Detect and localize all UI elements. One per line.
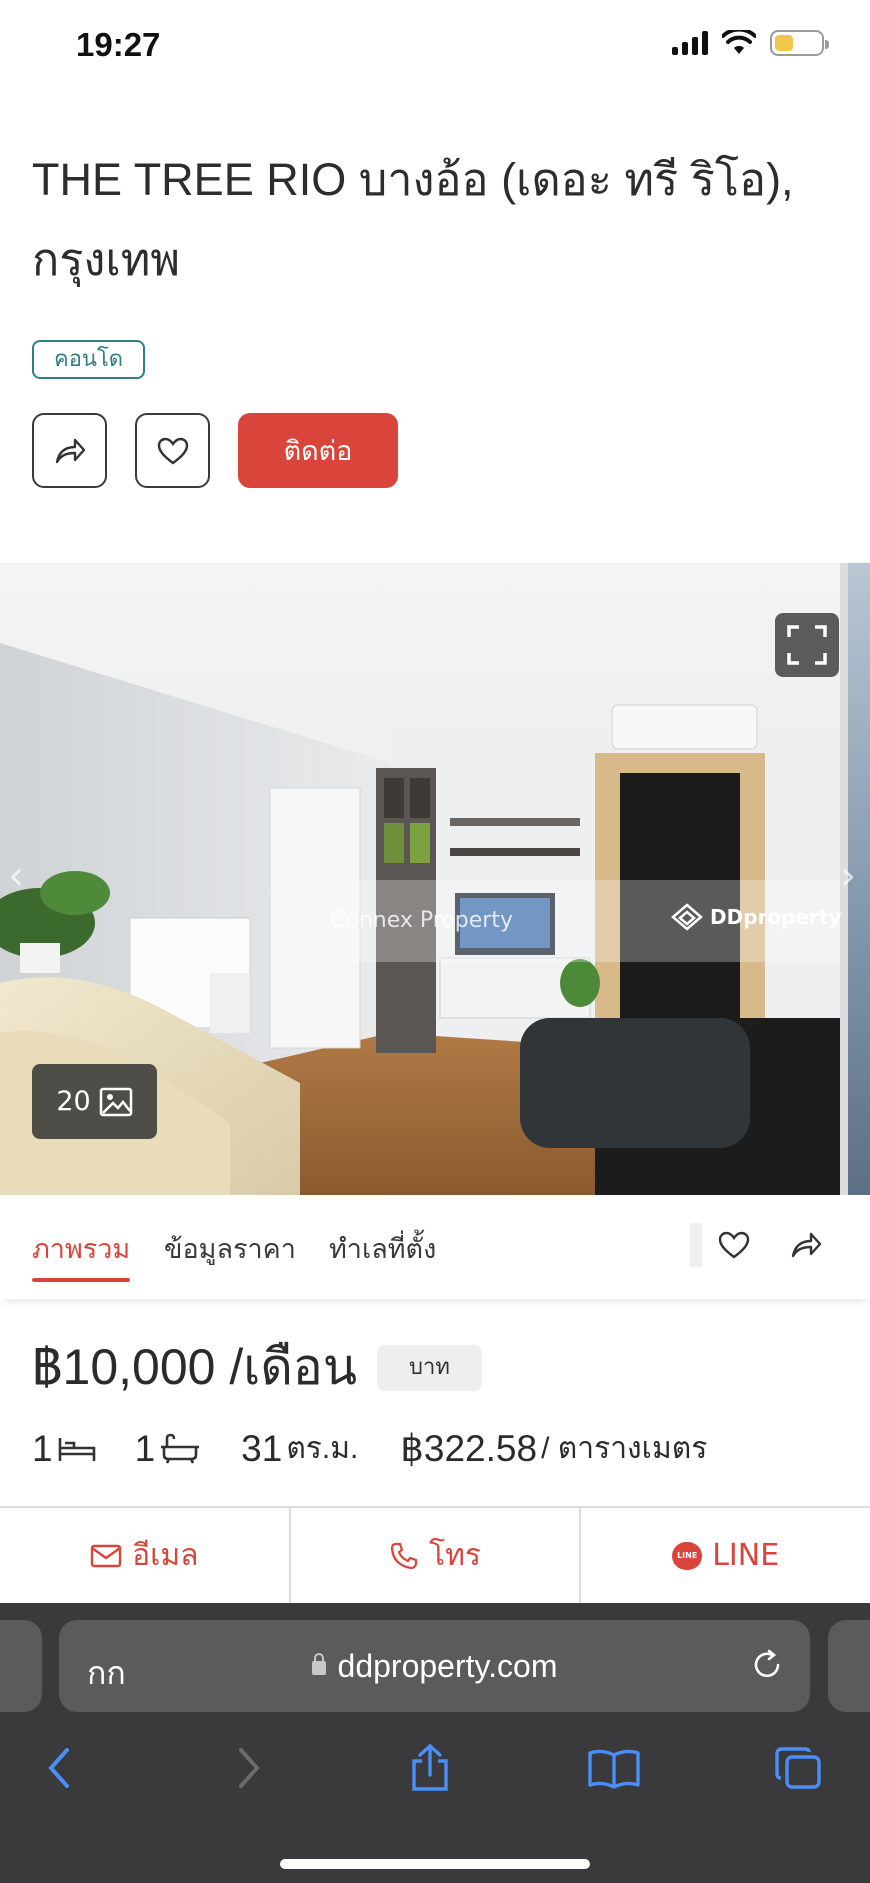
browser-chrome: กก ddproperty.com	[0, 1603, 870, 1883]
email-button[interactable]: อีเมล	[0, 1508, 291, 1603]
contact-button[interactable]: ติดต่อ	[238, 413, 398, 488]
floor-area: 31 ตร.ม.	[241, 1425, 358, 1472]
ddproperty-watermark-label: DDproperty	[710, 905, 842, 929]
expand-icon	[787, 625, 827, 665]
share-sheet-icon	[412, 1743, 448, 1791]
reload-icon[interactable]	[750, 1648, 784, 1682]
gallery-icon	[99, 1087, 132, 1116]
photo-count: 20	[56, 1086, 91, 1117]
tabs-icon	[775, 1747, 821, 1789]
browser-toolbar	[0, 1738, 870, 1818]
prev-photo-arrow-icon[interactable]: ‹	[8, 853, 48, 913]
heart-icon	[157, 437, 188, 464]
share-icon	[55, 438, 85, 463]
email-label: อีเมล	[132, 1538, 199, 1573]
next-tab-preview[interactable]	[828, 1620, 870, 1712]
watermark-text: Connex Property	[330, 908, 513, 933]
wifi-icon	[722, 30, 756, 54]
back-icon	[48, 1748, 69, 1788]
call-button[interactable]: โทร	[291, 1508, 582, 1603]
currency-badge[interactable]: บาท	[377, 1344, 482, 1391]
line-icon: LINE	[672, 1541, 703, 1570]
price-row: ฿10,000 /เดือน บาท	[32, 1328, 482, 1407]
url-display[interactable]: ddproperty.com	[59, 1648, 810, 1685]
home-indicator[interactable]	[280, 1859, 590, 1869]
property-type-badge: คอนโด	[32, 340, 146, 379]
signal-icon	[672, 31, 708, 55]
price-per-sqm-value: ฿322.58	[400, 1428, 538, 1469]
phone-icon	[390, 1542, 418, 1569]
bath-icon	[161, 1433, 200, 1464]
line-label: LINE	[712, 1538, 780, 1573]
next-photo-arrow-icon[interactable]: ›	[840, 853, 870, 913]
share-icon	[791, 1232, 822, 1258]
photo-count-button[interactable]: 20	[32, 1064, 157, 1139]
bookmarks-icon	[588, 1749, 640, 1789]
ddproperty-watermark: DDproperty	[670, 902, 841, 932]
battery-icon	[770, 30, 829, 56]
address-bar[interactable]: กก ddproperty.com	[59, 1620, 810, 1712]
tabs-button[interactable]	[768, 1738, 828, 1798]
tab-overview[interactable]: ภาพรวม	[32, 1227, 131, 1282]
bedrooms: 1	[32, 1428, 97, 1470]
tab-favorite-button[interactable]	[714, 1225, 754, 1265]
price-per-sqm-unit: / ตารางเมตร	[541, 1432, 708, 1465]
bookmarks-button[interactable]	[584, 1738, 644, 1798]
mail-icon	[90, 1544, 122, 1567]
share-sheet-button[interactable]	[400, 1738, 460, 1798]
tab-location[interactable]: ทำเลที่ตั้ง	[329, 1227, 436, 1270]
status-time: 19:27	[76, 26, 161, 63]
specs-row: 1 1 31 ตร.ม. ฿322.58 / ตารางเมตร	[32, 1425, 707, 1472]
price-per-sqm: ฿322.58 / ตารางเมตร	[400, 1425, 707, 1472]
lock-icon	[311, 1653, 326, 1675]
line-button[interactable]: LINE LINE	[581, 1508, 870, 1603]
listing-title: THE TREE RIO บางอ้อ (เดอะ ทรี ริโอ), กรุ…	[32, 154, 794, 285]
ddproperty-logo-icon	[671, 903, 703, 931]
bathrooms: 1	[135, 1428, 202, 1470]
forward-button[interactable]	[218, 1738, 278, 1798]
tab-share-button[interactable]	[786, 1225, 826, 1265]
area-value: 31	[241, 1427, 283, 1469]
share-button[interactable]	[32, 413, 107, 488]
url-text: ddproperty.com	[337, 1648, 558, 1684]
fullscreen-button[interactable]	[775, 613, 839, 677]
status-icons	[672, 30, 829, 56]
call-label: โทร	[429, 1538, 482, 1573]
bathroom-count: 1	[134, 1427, 156, 1469]
tab-price-info[interactable]: ข้อมูลราคา	[164, 1227, 296, 1270]
bed-icon	[58, 1437, 95, 1461]
back-button[interactable]	[30, 1738, 90, 1798]
favorite-button[interactable]	[135, 413, 210, 488]
rent-price: ฿10,000 /เดือน	[32, 1339, 357, 1395]
status-bar: 19:27	[0, 0, 870, 95]
tab-divider	[690, 1223, 702, 1267]
bedroom-count: 1	[32, 1427, 53, 1469]
section-tab-bar: ภาพรวม ข้อมูลราคา ทำเลที่ตั้ง	[0, 1195, 870, 1299]
forward-icon	[239, 1748, 260, 1788]
area-unit: ตร.ม.	[286, 1432, 359, 1465]
heart-icon	[718, 1231, 750, 1259]
prev-tab-preview[interactable]	[0, 1620, 42, 1712]
contact-bar: อีเมล โทร LINE LINE	[0, 1506, 870, 1603]
action-row: ติดต่อ	[32, 413, 398, 488]
